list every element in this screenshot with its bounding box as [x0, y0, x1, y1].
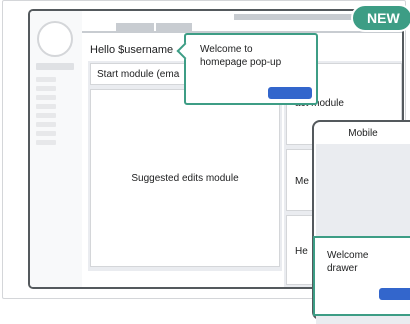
- sidebar-placeholder-line: [36, 95, 56, 100]
- sidebar: [30, 11, 82, 287]
- popup-confirm-button[interactable]: [268, 87, 312, 99]
- mobile-title: Mobile: [348, 128, 378, 139]
- drawer-confirm-button[interactable]: [379, 288, 410, 300]
- avatar: [37, 21, 73, 57]
- help-module-label: He: [295, 246, 308, 257]
- welcome-popup: Welcome to homepage pop-up: [176, 33, 318, 105]
- mentor-module-label: Me: [295, 176, 309, 187]
- start-module-label: Start module (ema: [97, 69, 180, 80]
- sidebar-placeholder-line: [36, 104, 56, 109]
- sidebar-placeholder-line: [36, 140, 56, 145]
- sidebar-placeholder-line: [36, 77, 56, 82]
- suggested-edits-label: Suggested edits module: [131, 172, 239, 184]
- sidebar-placeholder-line: [36, 63, 74, 70]
- new-badge: NEW: [351, 4, 410, 32]
- tab-placeholder: [116, 23, 154, 31]
- drawer-text: Welcome drawer: [327, 250, 369, 274]
- sidebar-placeholder-line: [36, 86, 56, 91]
- sidebar-placeholder-line: [36, 113, 56, 118]
- sidebar-placeholder-line: [36, 122, 56, 127]
- suggested-edits-module: Suggested edits module: [90, 89, 280, 267]
- popup-text: Welcome to homepage pop-up: [200, 44, 282, 68]
- welcome-drawer: Welcome drawer: [313, 236, 410, 316]
- sidebar-placeholder-line: [36, 131, 56, 136]
- greeting-text: Hello $username: [90, 44, 174, 56]
- tab-placeholder: [156, 23, 192, 31]
